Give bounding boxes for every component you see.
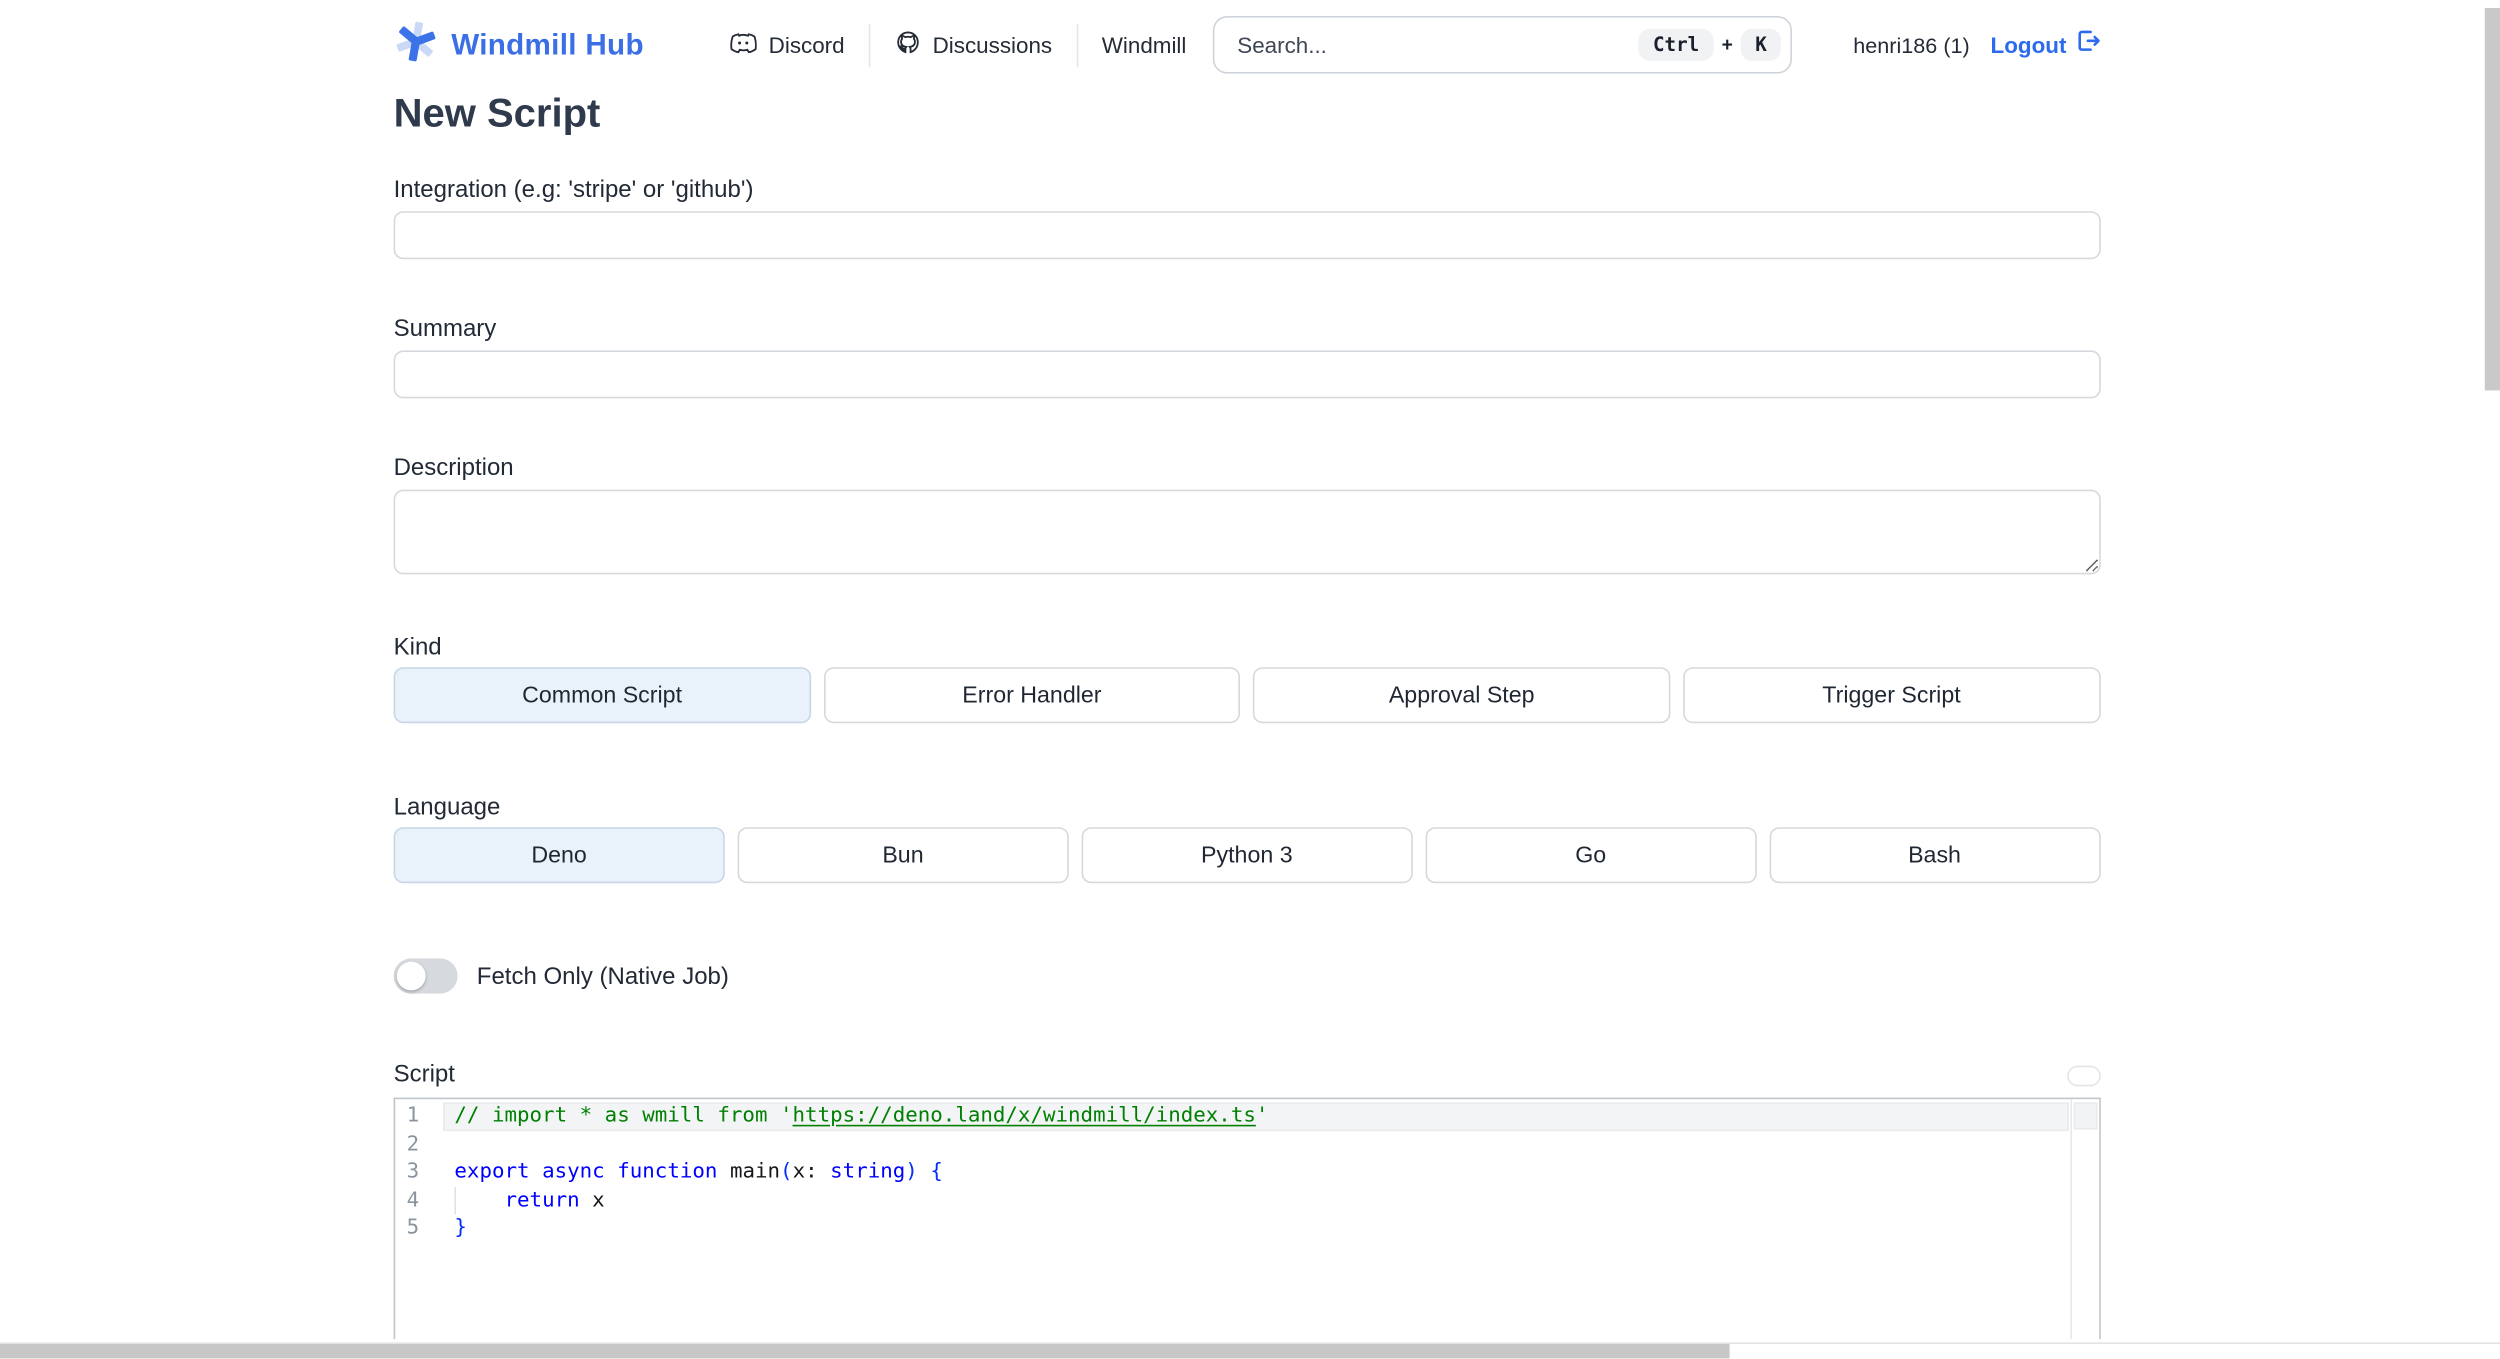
integration-label: Integration (e.g: 'stripe' or 'github'): [393, 176, 754, 204]
editor-scroll-ruler: [2069, 1099, 2099, 1340]
main-nav: Discord Discussions Windmill: [730, 23, 1187, 67]
nav-item-discord[interactable]: Discord: [730, 29, 845, 61]
line-number: 3: [406, 1160, 420, 1184]
language-label: Language: [393, 793, 501, 821]
nav-item-windmill[interactable]: Windmill: [1102, 32, 1187, 58]
language-option-bash[interactable]: Bash: [1769, 827, 2101, 884]
nav-item-discussions[interactable]: Discussions: [894, 29, 1052, 61]
ruler-marker: [2072, 1102, 2097, 1130]
kind-option-error-handler[interactable]: Error Handler: [823, 667, 1241, 724]
logout-icon: [2073, 27, 2100, 62]
brand-name: Windmill Hub: [451, 27, 644, 61]
language-option-go[interactable]: Go: [1425, 827, 1757, 884]
description-label: Description: [393, 454, 514, 482]
code-line: 1// import * as wmill from 'https://deno…: [395, 1102, 2069, 1131]
vertical-scrollbar[interactable]: [2484, 0, 2500, 1359]
code-line: 2: [395, 1130, 2068, 1158]
logout-label: Logout: [1990, 32, 2067, 58]
line-number: 1: [406, 1104, 420, 1128]
nav-label: Windmill: [1101, 32, 1187, 58]
user-area: henri186 (1) Logout: [1853, 27, 2100, 62]
kbd-plus: +: [1721, 33, 1733, 56]
fetch-only-label: Fetch Only (Native Job): [476, 962, 729, 990]
script-toggle-pill[interactable]: [2066, 1064, 2100, 1086]
line-number: 2: [406, 1132, 420, 1156]
code-editor[interactable]: 1// import * as wmill from 'https://deno…: [393, 1097, 2101, 1340]
code-line: 4 return x: [395, 1186, 2068, 1214]
language-options: Deno Bun Python 3 Go Bash: [393, 827, 2101, 884]
discord-icon: [730, 29, 758, 61]
nav-divider: [868, 23, 871, 67]
brand-logo[interactable]: Windmill Hub: [394, 18, 644, 71]
language-option-bun[interactable]: Bun: [737, 827, 1069, 884]
horizontal-scrollbar[interactable]: [0, 1342, 2500, 1359]
header: Windmill Hub Discord Discussions Windmil…: [394, 0, 2100, 90]
page-title: New Script: [393, 91, 601, 136]
kind-label: Kind: [393, 633, 442, 661]
github-icon: [894, 29, 921, 61]
kind-option-approval-step[interactable]: Approval Step: [1253, 667, 1671, 724]
language-option-python3[interactable]: Python 3: [1081, 827, 1413, 884]
page: Windmill Hub Discord Discussions Windmil…: [0, 0, 2500, 1359]
integration-input[interactable]: [393, 211, 2101, 260]
windmill-logo-icon: [394, 18, 439, 71]
username: henri186 (1): [1853, 32, 1970, 57]
code-lines: 1// import * as wmill from 'https://deno…: [395, 1099, 2098, 1242]
kind-options: Common Script Error Handler Approval Ste…: [393, 667, 2100, 724]
code-line: 3 export async function main(x: string) {: [395, 1158, 2068, 1186]
fetch-only-toggle[interactable]: [393, 958, 458, 994]
line-number: 5: [406, 1216, 420, 1240]
summary-input[interactable]: [393, 350, 2101, 399]
vertical-scrollbar-thumb[interactable]: [2484, 8, 2500, 391]
nav-label: Discussions: [932, 32, 1053, 58]
language-option-deno[interactable]: Deno: [393, 827, 725, 884]
nav-divider: [1076, 23, 1078, 67]
summary-label: Summary: [393, 315, 497, 343]
search-box[interactable]: Ctrl + K: [1213, 16, 1793, 74]
search-input[interactable]: [1237, 32, 1639, 58]
kind-option-trigger-script[interactable]: Trigger Script: [1683, 667, 2100, 724]
line-number: 4: [406, 1188, 420, 1212]
kbd-ctrl: Ctrl: [1638, 28, 1714, 61]
kbd-k: K: [1740, 28, 1782, 61]
description-textarea[interactable]: [393, 489, 2101, 575]
nav-label: Discord: [768, 32, 845, 58]
toggle-knob: [396, 961, 426, 991]
kind-option-common-script[interactable]: Common Script: [393, 667, 811, 724]
code-line: 5}: [395, 1214, 2068, 1242]
logout-button[interactable]: Logout: [1991, 27, 2100, 62]
horizontal-scrollbar-thumb[interactable]: [0, 1343, 1730, 1359]
script-label: Script: [393, 1060, 455, 1088]
